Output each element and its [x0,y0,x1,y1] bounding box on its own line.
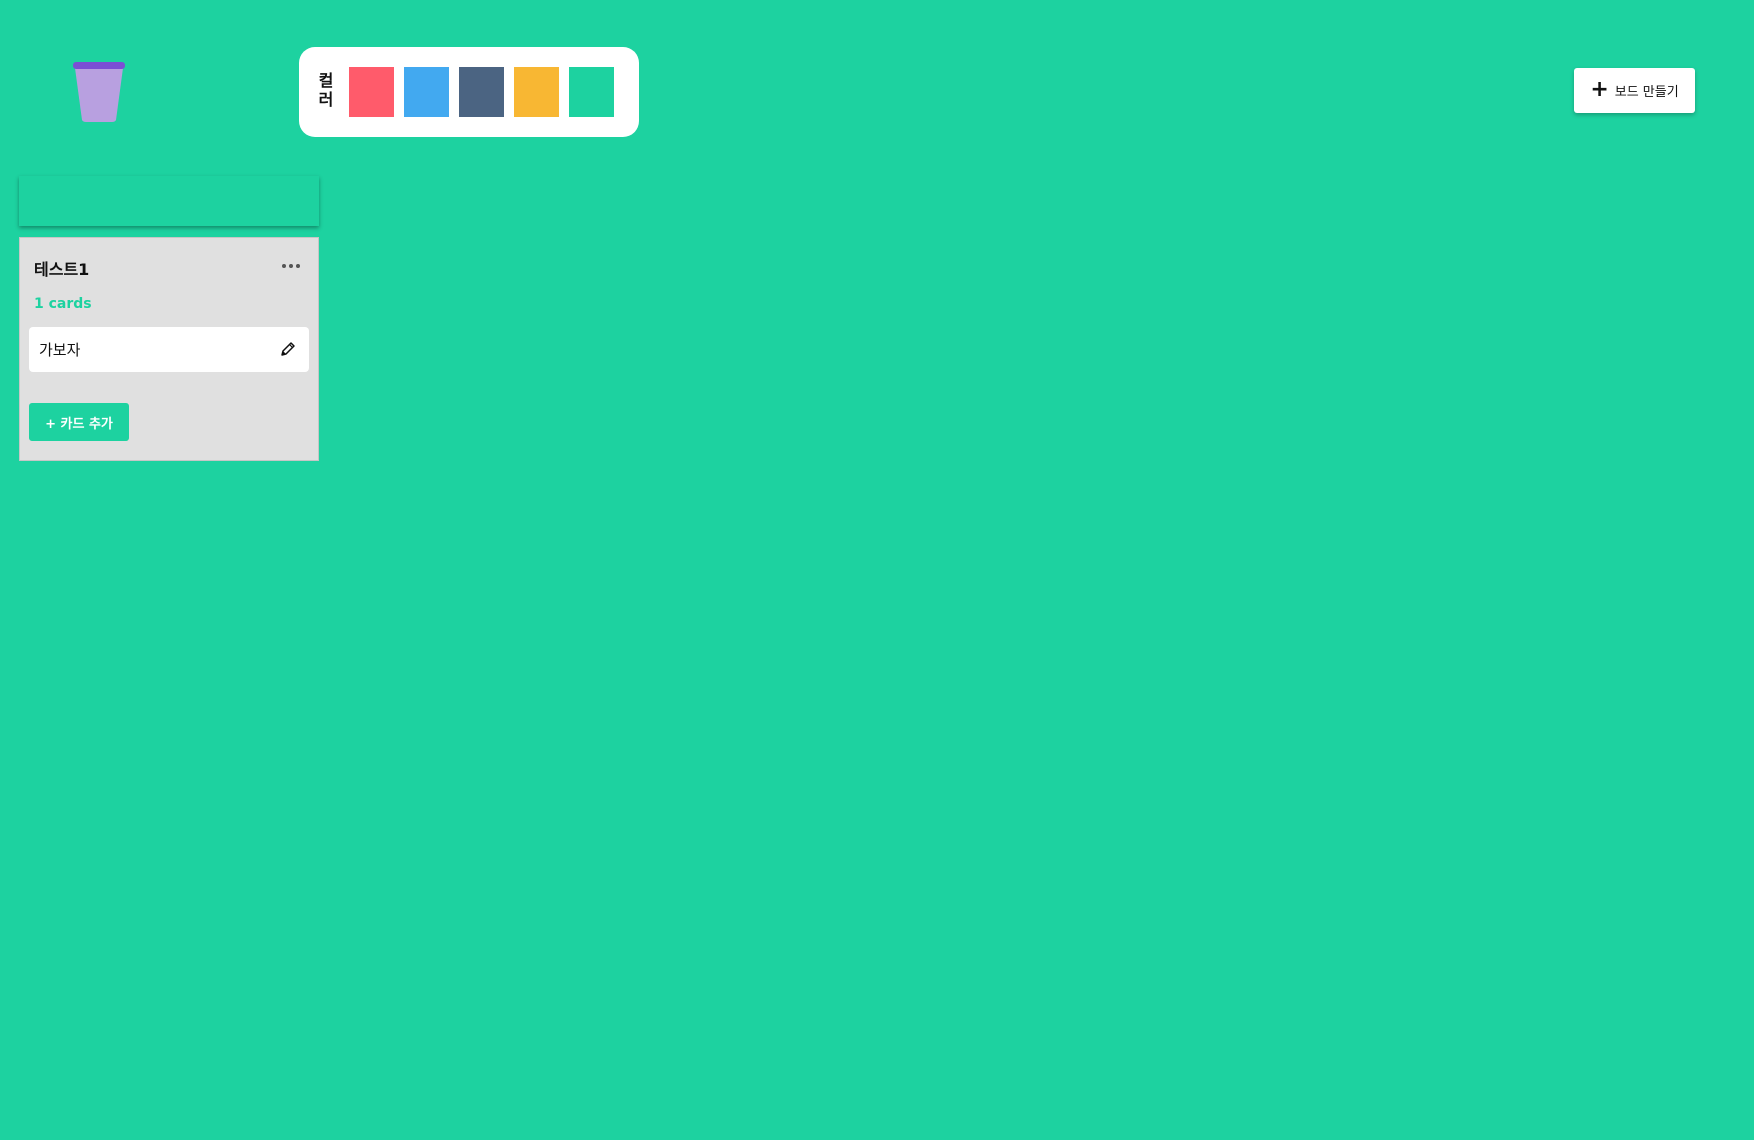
more-horizontal-icon[interactable] [282,260,300,272]
create-board-label: 보드 만들기 [1614,85,1679,100]
create-board-button[interactable]: + 보드 만들기 [1574,68,1695,113]
column-title: 테스트1 [34,260,90,279]
pencil-icon[interactable] [279,341,296,358]
plus-icon: + [1590,76,1609,102]
card-count: 1 cards [34,296,92,312]
add-card-button[interactable]: + 카드 추가 [29,403,129,441]
color-palette: 컬러 [299,47,639,137]
swatch-navy[interactable] [459,67,504,117]
board-header-bar [19,176,319,226]
palette-label: 컬러 [318,71,334,109]
list-column: 테스트1 1 cards 가보자 + 카드 추가 [19,237,319,461]
trash-bin-icon[interactable] [71,60,127,122]
swatch-blue[interactable] [404,67,449,117]
swatch-green[interactable] [569,67,614,117]
card-item[interactable]: 가보자 [29,327,309,372]
swatch-red[interactable] [349,67,394,117]
card-text: 가보자 [39,341,81,359]
swatch-yellow[interactable] [514,67,559,117]
